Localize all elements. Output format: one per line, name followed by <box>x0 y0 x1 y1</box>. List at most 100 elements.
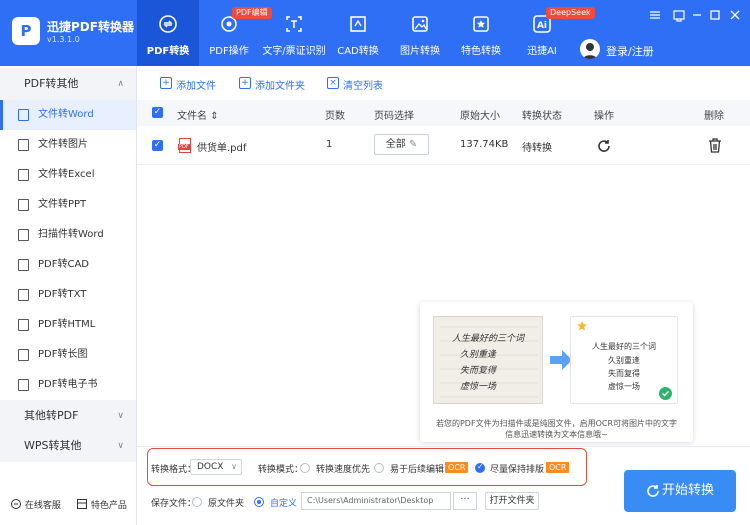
txt-icon <box>18 289 29 301</box>
page-count: 1 <box>326 139 333 150</box>
start-label: 开始转换 <box>661 483 714 498</box>
user-avatar-icon <box>583 43 597 59</box>
browse-button[interactable]: ··· <box>453 492 477 510</box>
ocr-tip-panel: 人生最好的三个词 久别重逢 失而复得 虚惊一场 人生最好的三个词 久别重逢 失而… <box>420 302 693 442</box>
minimize-icon[interactable] <box>690 8 704 22</box>
close-icon[interactable] <box>728 8 742 22</box>
mode-editable-radio[interactable] <box>374 463 384 473</box>
refresh-icon[interactable] <box>596 138 612 154</box>
sidebar-item-file-to-excel[interactable]: 文件转Excel <box>0 160 136 190</box>
sidebar-item-pdf-to-html[interactable]: PDF转HTML <box>0 310 136 340</box>
button-label: 添加文件 <box>176 81 216 92</box>
tab-cad-convert[interactable]: CAD转换 <box>332 0 384 66</box>
page-select-button[interactable]: 全部 ✎ <box>374 134 429 155</box>
handwriting-line: 虚惊一场 <box>460 382 497 392</box>
ocr-tag: OCR <box>445 462 469 473</box>
plus-icon: + <box>160 77 172 89</box>
header-status: 转换状态 <box>522 111 562 122</box>
sidebar-item-label: PDF转长图 <box>38 349 88 360</box>
add-folder-button[interactable]: + 添加文件夹 <box>239 77 305 92</box>
card-line: 久别重逢 <box>608 356 640 365</box>
mode-layout-label: 尽量保持排版 <box>490 465 545 475</box>
sidebar-item-label: PDF转TXT <box>38 289 87 300</box>
chevron-down-icon: ∨ <box>231 462 237 471</box>
ocr-tag: OCR <box>546 462 570 473</box>
sort-icon: ⇕ <box>210 111 219 122</box>
avatar[interactable] <box>580 39 600 59</box>
tab-pdf-convert[interactable]: PDF转换 <box>137 0 199 66</box>
handwriting-line: 失而复得 <box>460 366 497 376</box>
header-filename[interactable]: 文件名 ⇕ <box>177 107 219 122</box>
sidebar-group-other-to-pdf[interactable]: 其他转PDF ∨ <box>0 400 136 432</box>
clear-icon: × <box>327 77 339 89</box>
save-path-input[interactable]: C:\Users\Administrator\Desktop <box>301 492 451 510</box>
mode-speed-radio[interactable] <box>300 463 310 473</box>
maximize-icon[interactable] <box>708 8 722 22</box>
sidebar-item-file-to-ppt[interactable]: 文件转PPT <box>0 190 136 220</box>
products-icon <box>77 499 87 509</box>
save-original-radio[interactable] <box>192 497 202 507</box>
header-delete: 删除 <box>704 111 724 122</box>
format-select[interactable]: DOCX ∨ <box>190 459 242 475</box>
mode-editable-label: 易于后续编辑 <box>390 465 445 475</box>
ai-icon-text: Ai <box>537 21 547 31</box>
tab-label: 文字/票证识别 <box>262 46 326 57</box>
file-name: 供货单.pdf <box>197 143 247 154</box>
sidebar-group-pdf-to-other[interactable]: PDF转其他 ∧ <box>0 68 136 100</box>
menu-icon[interactable] <box>648 8 662 22</box>
chevron-down-icon: ∨ <box>117 441 124 451</box>
select-all-checkbox[interactable]: ✓ <box>152 107 163 118</box>
group-label: 其他转PDF <box>24 409 79 422</box>
tab-special-convert[interactable]: 特色转换 <box>455 0 507 66</box>
sidebar-item-pdf-to-txt[interactable]: PDF转TXT <box>0 280 136 310</box>
group-label: WPS转其他 <box>24 439 82 452</box>
online-service-link[interactable]: 在线客服 <box>10 498 61 511</box>
folder-plus-icon: + <box>239 77 251 89</box>
save-original-label: 原文件夹 <box>208 499 245 509</box>
sidebar-item-pdf-to-long-image[interactable]: PDF转长图 <box>0 340 136 370</box>
featured-products-link[interactable]: 特色产品 <box>76 498 127 511</box>
add-file-button[interactable]: + 添加文件 <box>160 77 216 92</box>
header-action: 操作 <box>594 111 614 122</box>
skin-icon[interactable] <box>672 8 686 22</box>
sidebar-item-label: PDF转HTML <box>38 319 96 330</box>
clear-list-button[interactable]: × 清空列表 <box>327 77 383 92</box>
trash-icon[interactable] <box>708 138 722 153</box>
button-label: 添加文件夹 <box>255 81 305 92</box>
star-icon <box>577 321 587 331</box>
row-checkbox[interactable]: ✓ <box>152 140 163 151</box>
pdf-file-icon: PDF <box>178 138 191 153</box>
sidebar-item-pdf-to-ebook[interactable]: PDF转电子书 <box>0 370 136 400</box>
save-custom-radio[interactable] <box>254 497 264 507</box>
ocr-tip-text: 若您的PDF文件为扫描件或是纯图文件，启用OCR可将图片中的文字信息迅速转换为文… <box>435 419 678 439</box>
top-bar: P 迅捷PDF转换器 v1.3.1.0 PDF转换 PDF操作 PDF编辑 文字… <box>0 0 750 66</box>
image-convert-icon <box>412 16 428 32</box>
header-size: 原始大小 <box>460 111 500 122</box>
deepseek-badge: DeepSeek <box>546 7 595 19</box>
scan-icon <box>18 229 29 241</box>
save-custom-label: 自定义 <box>270 499 298 509</box>
start-convert-button[interactable]: 开始转换 <box>624 470 736 512</box>
mode-layout-checkbox[interactable]: ✓ <box>475 462 485 473</box>
save-label: 保存文件： <box>151 499 197 509</box>
html-icon <box>18 319 29 331</box>
sidebar-item-label: PDF转电子书 <box>38 379 98 390</box>
sidebar-item-file-to-image[interactable]: 文件转图片 <box>0 130 136 160</box>
sidebar-item-pdf-to-cad[interactable]: PDF转CAD <box>0 250 136 280</box>
group-label: PDF转其他 <box>24 77 79 90</box>
sidebar-item-scan-to-word[interactable]: 扫描件转Word <box>0 220 136 250</box>
sidebar-item-label: 文件转Excel <box>38 169 95 180</box>
tab-image-convert[interactable]: 图片转换 <box>394 0 446 66</box>
sidebar: PDF转其他 ∧ 文件转Word 文件转图片 文件转Excel 文件转PPT 扫… <box>0 66 137 525</box>
file-size: 137.74KB <box>460 139 509 150</box>
tab-text-recognition[interactable]: 文字/票证识别 <box>259 0 329 66</box>
tab-label: 特色转换 <box>461 46 501 57</box>
table-header: ✓ 文件名 ⇕ 页数 页码选择 原始大小 转换状态 操作 删除 <box>137 100 750 126</box>
tab-label: PDF转换 <box>146 46 190 57</box>
sidebar-group-wps-to-other[interactable]: WPS转其他 ∨ <box>0 430 136 462</box>
tab-label: 迅捷AI <box>527 46 557 57</box>
file-toolbar: + 添加文件 + 添加文件夹 × 清空列表 <box>137 66 750 100</box>
open-folder-button[interactable]: 打开文件夹 <box>485 492 539 510</box>
login-link[interactable]: 登录/注册 <box>606 43 654 59</box>
sidebar-item-file-to-word[interactable]: 文件转Word <box>0 100 136 130</box>
